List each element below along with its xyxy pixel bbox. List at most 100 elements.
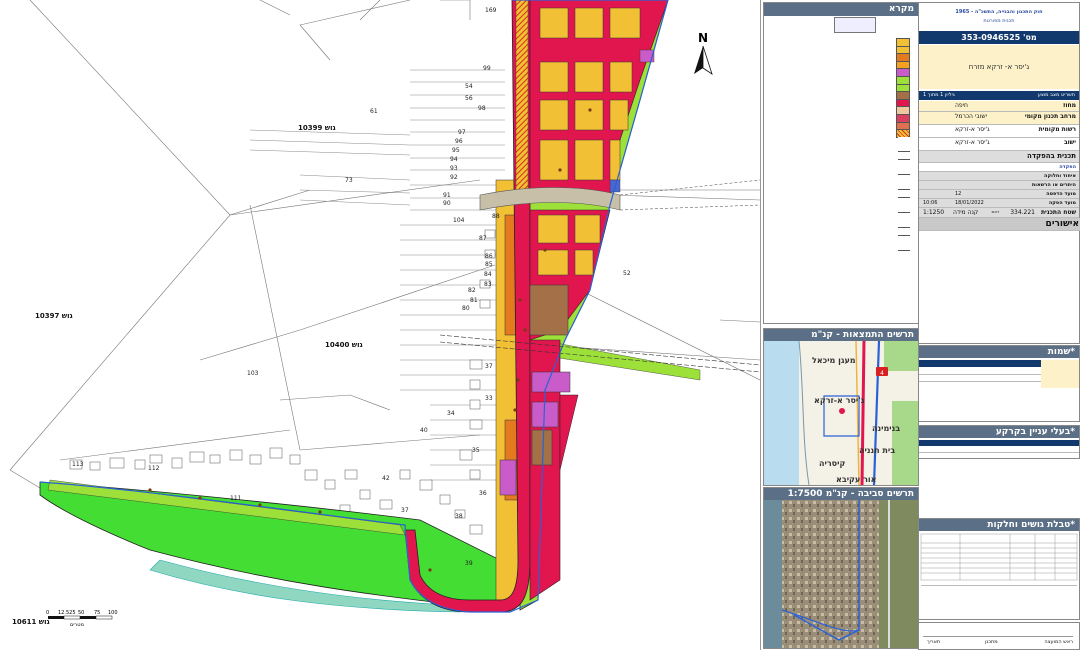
svg-text:12.525: 12.525 (58, 610, 76, 616)
parcel-number: 88 (492, 213, 500, 220)
orientation-map: 4 מעגן מיכאל ג'יסר א-זרקא בנימינה בית חנ… (764, 341, 918, 485)
aerial-photo (764, 500, 918, 648)
row-stage-2: איחוד וחלוקה (919, 172, 1079, 181)
row-production-date: מועד הפקה 18/01/2022 10:06 (919, 199, 1079, 208)
place-label: בית חנניה (859, 446, 895, 455)
owners-box: בעלי עניין בקרקע* (918, 425, 1080, 459)
parcels-table (920, 533, 1078, 581)
approvals-title: אישורים (919, 218, 1080, 231)
parcel-number: 54 (465, 83, 473, 90)
aerial-inset-title: תרשים סביבה - קנ"מ 1:7500 (764, 488, 918, 500)
plan-map[interactable]: 169 99 54 56 98 61 97 96 95 94 93 92 73 … (0, 0, 761, 650)
parcel-number: 99 (483, 65, 491, 72)
parcel-number: 87 (479, 235, 487, 242)
parcel-number: 40 (420, 427, 428, 434)
declaration-text (921, 585, 1077, 608)
parcel-number: 112 (148, 465, 160, 472)
parcel-number: 94 (450, 156, 458, 163)
row-settlement: ישוב ג'יסר א-זרקא (919, 138, 1079, 151)
aerial-inset: תרשים סביבה - קנ"מ 1:7500 (763, 487, 919, 649)
row-local-authority: רשות מקומית ג'יסר א-זרקא (919, 125, 1079, 138)
names-box-title: שמות* (919, 346, 1079, 358)
plan-name: ג'יסר א- זרקא מזרח (919, 45, 1079, 89)
place-label: ג'יסר א-זרקא (814, 396, 865, 405)
legend-title: מקרא (764, 3, 918, 16)
road-number: 4 (880, 370, 884, 377)
place-label: קיסריה (819, 459, 845, 468)
signature-label: ראש המועצה (1044, 639, 1073, 645)
parcel-number: 85 (485, 261, 493, 268)
parcel-number: 90 (443, 200, 451, 207)
svg-text:50: 50 (78, 610, 84, 616)
row-stage-3: היתרים או הרשאות (919, 181, 1079, 190)
parcel-number: 97 (458, 129, 466, 136)
row-district: מחוז חיפה (919, 101, 1079, 112)
gush-label-10397: גוש 10397 (35, 312, 73, 320)
parcel-number: 52 (623, 270, 631, 277)
parcel-number: 56 (465, 95, 473, 102)
parcel-number: 81 (470, 297, 478, 304)
row-planning-area: מרחב תכנון מקומי ישובי הכרמל (919, 112, 1079, 125)
parcel-number: 103 (247, 370, 259, 377)
parcel-number: 104 (453, 217, 465, 224)
row-print-date: מועד הדפסה 12 (919, 190, 1079, 199)
row-stage: תכנית בהפקדה (919, 151, 1079, 163)
signature-box: ראש המועצה מתכנן תאריך (918, 622, 1080, 650)
plan-info-panel: חוק התכנון והבנייה, התשכ"ה - 1965 תכנית … (918, 2, 1080, 344)
parcel-number: 61 (370, 108, 378, 115)
svg-text:75: 75 (94, 610, 100, 616)
parcel-number: 92 (450, 174, 458, 181)
svg-text:מטרים: מטרים (70, 622, 84, 628)
parcel-number: 96 (455, 138, 463, 145)
owners-box-title: בעלי עניין בקרקע* (919, 426, 1079, 438)
parcel-number: 82 (468, 287, 476, 294)
sheet-info: גיליון 1 מתוך 1 (923, 92, 955, 98)
parcel-number: 95 (452, 147, 460, 154)
parcel-number: 37 (401, 507, 409, 514)
parcel-number: 83 (484, 281, 492, 288)
row-area-scale: שטח התכנית 334.221 דונם קנה מידה 1:1250 (919, 208, 1079, 218)
parcel-number: 84 (484, 271, 492, 278)
orientation-inset: תרשים התמצאות - קנ"מ 1:30000 4 מעגן מיכא… (763, 328, 919, 486)
gush-label-10400: גוש 10400 (325, 341, 363, 349)
parcel-number: 111 (230, 495, 242, 502)
orientation-inset-title: תרשים התמצאות - קנ"מ 1:30000 (764, 329, 918, 352)
parcel-number: 169 (485, 7, 497, 14)
names-box: שמות* (918, 345, 1080, 422)
plan-map-svg: 169 99 54 56 98 61 97 96 95 94 93 92 73 … (0, 0, 760, 650)
parcel-number: 34 (447, 410, 455, 417)
parcels-box-title: טבלת גושים וחלקות* (919, 519, 1079, 531)
plan-number: מס' 353-0946525 (919, 31, 1079, 44)
legend-item (800, 243, 910, 252)
plan-type: תכנית מפורטת (983, 18, 1015, 24)
gush-label-10399: גוש 10399 (298, 124, 336, 132)
commercial-block (529, 284, 569, 336)
sub-header: תשריט מצב מוצע (1037, 92, 1075, 98)
svg-text:N: N (698, 31, 708, 45)
parcel-number: 98 (478, 105, 486, 112)
parcel-number: 73 (345, 177, 353, 184)
parcel-number: 86 (485, 253, 493, 260)
gush-label-10611: גוש 10611 (12, 618, 50, 626)
parcel-number: 36 (479, 490, 487, 497)
place-label: בנימינה (872, 424, 900, 433)
place-label: אור עקיבא (836, 475, 877, 484)
place-label: מעגן מיכאל (812, 356, 856, 365)
parcel-number: 35 (472, 447, 480, 454)
legend-swatch (898, 243, 910, 252)
parcel-number: 39 (465, 560, 473, 567)
logo-stamp (834, 17, 876, 33)
legend-panel: מקרא (763, 2, 919, 324)
parcel-number: 37 (485, 363, 493, 370)
law-title: חוק התכנון והבנייה, התשכ"ה - 1965 (955, 9, 1043, 15)
parcels-box: טבלת גושים וחלקות* (918, 518, 1080, 620)
svg-text:100: 100 (108, 610, 118, 616)
signature-label: מתכנן (985, 639, 998, 645)
parcel-number: 33 (485, 395, 493, 402)
parcel-number: 38 (455, 513, 463, 520)
row-stage-1: הפקדה (919, 163, 1079, 172)
svg-text:0: 0 (46, 610, 49, 616)
parcel-number: 113 (72, 461, 84, 468)
parcel-number: 42 (382, 475, 390, 482)
hatched-strip (515, 0, 529, 201)
